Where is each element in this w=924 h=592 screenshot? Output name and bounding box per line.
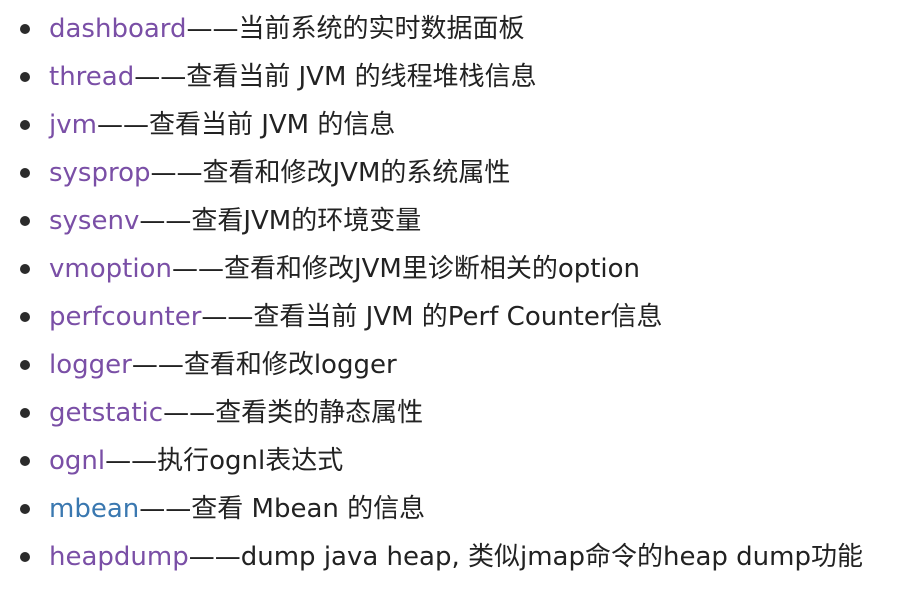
command-list: dashboard——当前系统的实时数据面板 thread——查看当前 JVM … — [0, 5, 924, 581]
list-item: logger——查看和修改logger — [0, 341, 924, 389]
command-link-mbean[interactable]: mbean — [49, 494, 139, 524]
command-link-vmoption[interactable]: vmoption — [49, 254, 172, 284]
command-link-dashboard[interactable]: dashboard — [49, 14, 187, 44]
bullet-icon — [20, 24, 30, 34]
bullet-icon — [20, 312, 30, 322]
command-description: ——当前系统的实时数据面板 — [186, 14, 525, 44]
list-item: perfcounter——查看当前 JVM 的Perf Counter信息 — [0, 293, 924, 341]
command-link-thread[interactable]: thread — [49, 62, 134, 92]
bullet-icon — [20, 216, 30, 226]
command-description: ——查看当前 JVM 的线程堆栈信息 — [134, 62, 537, 92]
command-description: ——查看当前 JVM 的Perf Counter信息 — [201, 302, 663, 332]
command-link-heapdump[interactable]: heapdump — [49, 542, 189, 572]
command-description: ——查看和修改logger — [131, 350, 397, 380]
list-item: jvm——查看当前 JVM 的信息 — [0, 101, 924, 149]
command-link-ognl[interactable]: ognl — [49, 446, 105, 476]
command-description: ——执行ognl表达式 — [105, 446, 344, 476]
list-item: heapdump——dump java heap, 类似jmap命令的heap … — [0, 533, 924, 581]
command-description: ——查看和修改JVM的系统属性 — [150, 158, 511, 188]
list-item: sysenv——查看JVM的环境变量 — [0, 197, 924, 245]
bullet-icon — [20, 72, 30, 82]
command-description: ——查看JVM的环境变量 — [139, 206, 422, 236]
list-item: mbean——查看 Mbean 的信息 — [0, 485, 924, 533]
list-item: ognl——执行ognl表达式 — [0, 437, 924, 485]
command-link-getstatic[interactable]: getstatic — [49, 398, 163, 428]
bullet-icon — [20, 504, 30, 514]
command-link-perfcounter[interactable]: perfcounter — [49, 302, 201, 332]
bullet-icon — [20, 264, 30, 274]
command-description: ——查看当前 JVM 的信息 — [96, 110, 396, 140]
bullet-icon — [20, 456, 30, 466]
bullet-icon — [20, 552, 30, 562]
list-item: getstatic——查看类的静态属性 — [0, 389, 924, 437]
bullet-icon — [20, 120, 30, 130]
command-link-jvm[interactable]: jvm — [49, 110, 97, 140]
command-link-logger[interactable]: logger — [49, 350, 132, 380]
command-link-sysprop[interactable]: sysprop — [49, 158, 151, 188]
list-item: sysprop——查看和修改JVM的系统属性 — [0, 149, 924, 197]
list-item: thread——查看当前 JVM 的线程堆栈信息 — [0, 53, 924, 101]
command-description: ——查看和修改JVM里诊断相关的option — [171, 254, 641, 284]
bullet-icon — [20, 360, 30, 370]
command-link-sysenv[interactable]: sysenv — [49, 206, 139, 236]
command-description: ——查看类的静态属性 — [163, 398, 424, 428]
bullet-icon — [20, 168, 30, 178]
list-item: vmoption——查看和修改JVM里诊断相关的option — [0, 245, 924, 293]
list-item: dashboard——当前系统的实时数据面板 — [0, 5, 924, 53]
bullet-icon — [20, 408, 30, 418]
command-description: ——dump java heap, 类似jmap命令的heap dump功能 — [188, 542, 863, 572]
command-description: ——查看 Mbean 的信息 — [139, 494, 426, 524]
